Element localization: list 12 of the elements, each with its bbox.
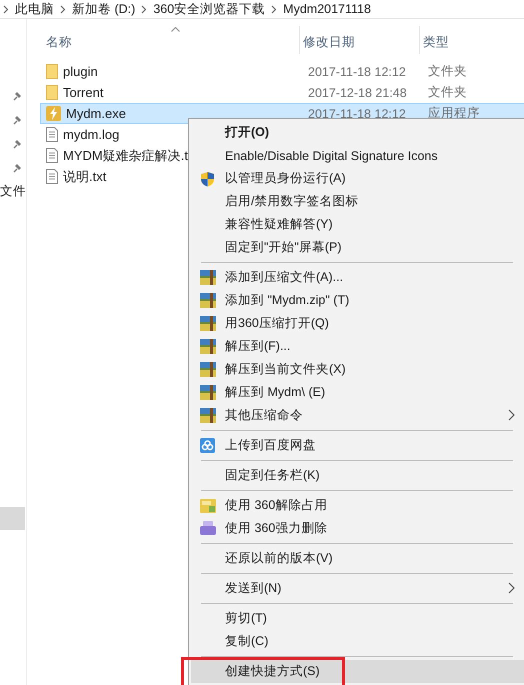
date-cell-text: 2017-11-18 12:12 bbox=[307, 106, 407, 120]
date-cell-text: 2017-11-18 12:12 bbox=[307, 64, 407, 78]
date-cell-text: 2017-12-18 21:48 bbox=[307, 86, 408, 100]
file-name: MYDM疑难杂症解决.t bbox=[63, 146, 188, 164]
file-name: plugin bbox=[63, 64, 98, 79]
file-name: Mydm.exe bbox=[66, 106, 126, 121]
file-name: mydm.log bbox=[63, 127, 120, 142]
type-cell-text: 应用程序 bbox=[427, 105, 481, 122]
type-cell-text: 文件夹 bbox=[427, 84, 468, 101]
file-name: 说明.txt bbox=[63, 168, 106, 186]
file-name: Torrent bbox=[63, 85, 104, 100]
type-cell-text: 文件夹 bbox=[427, 63, 468, 80]
